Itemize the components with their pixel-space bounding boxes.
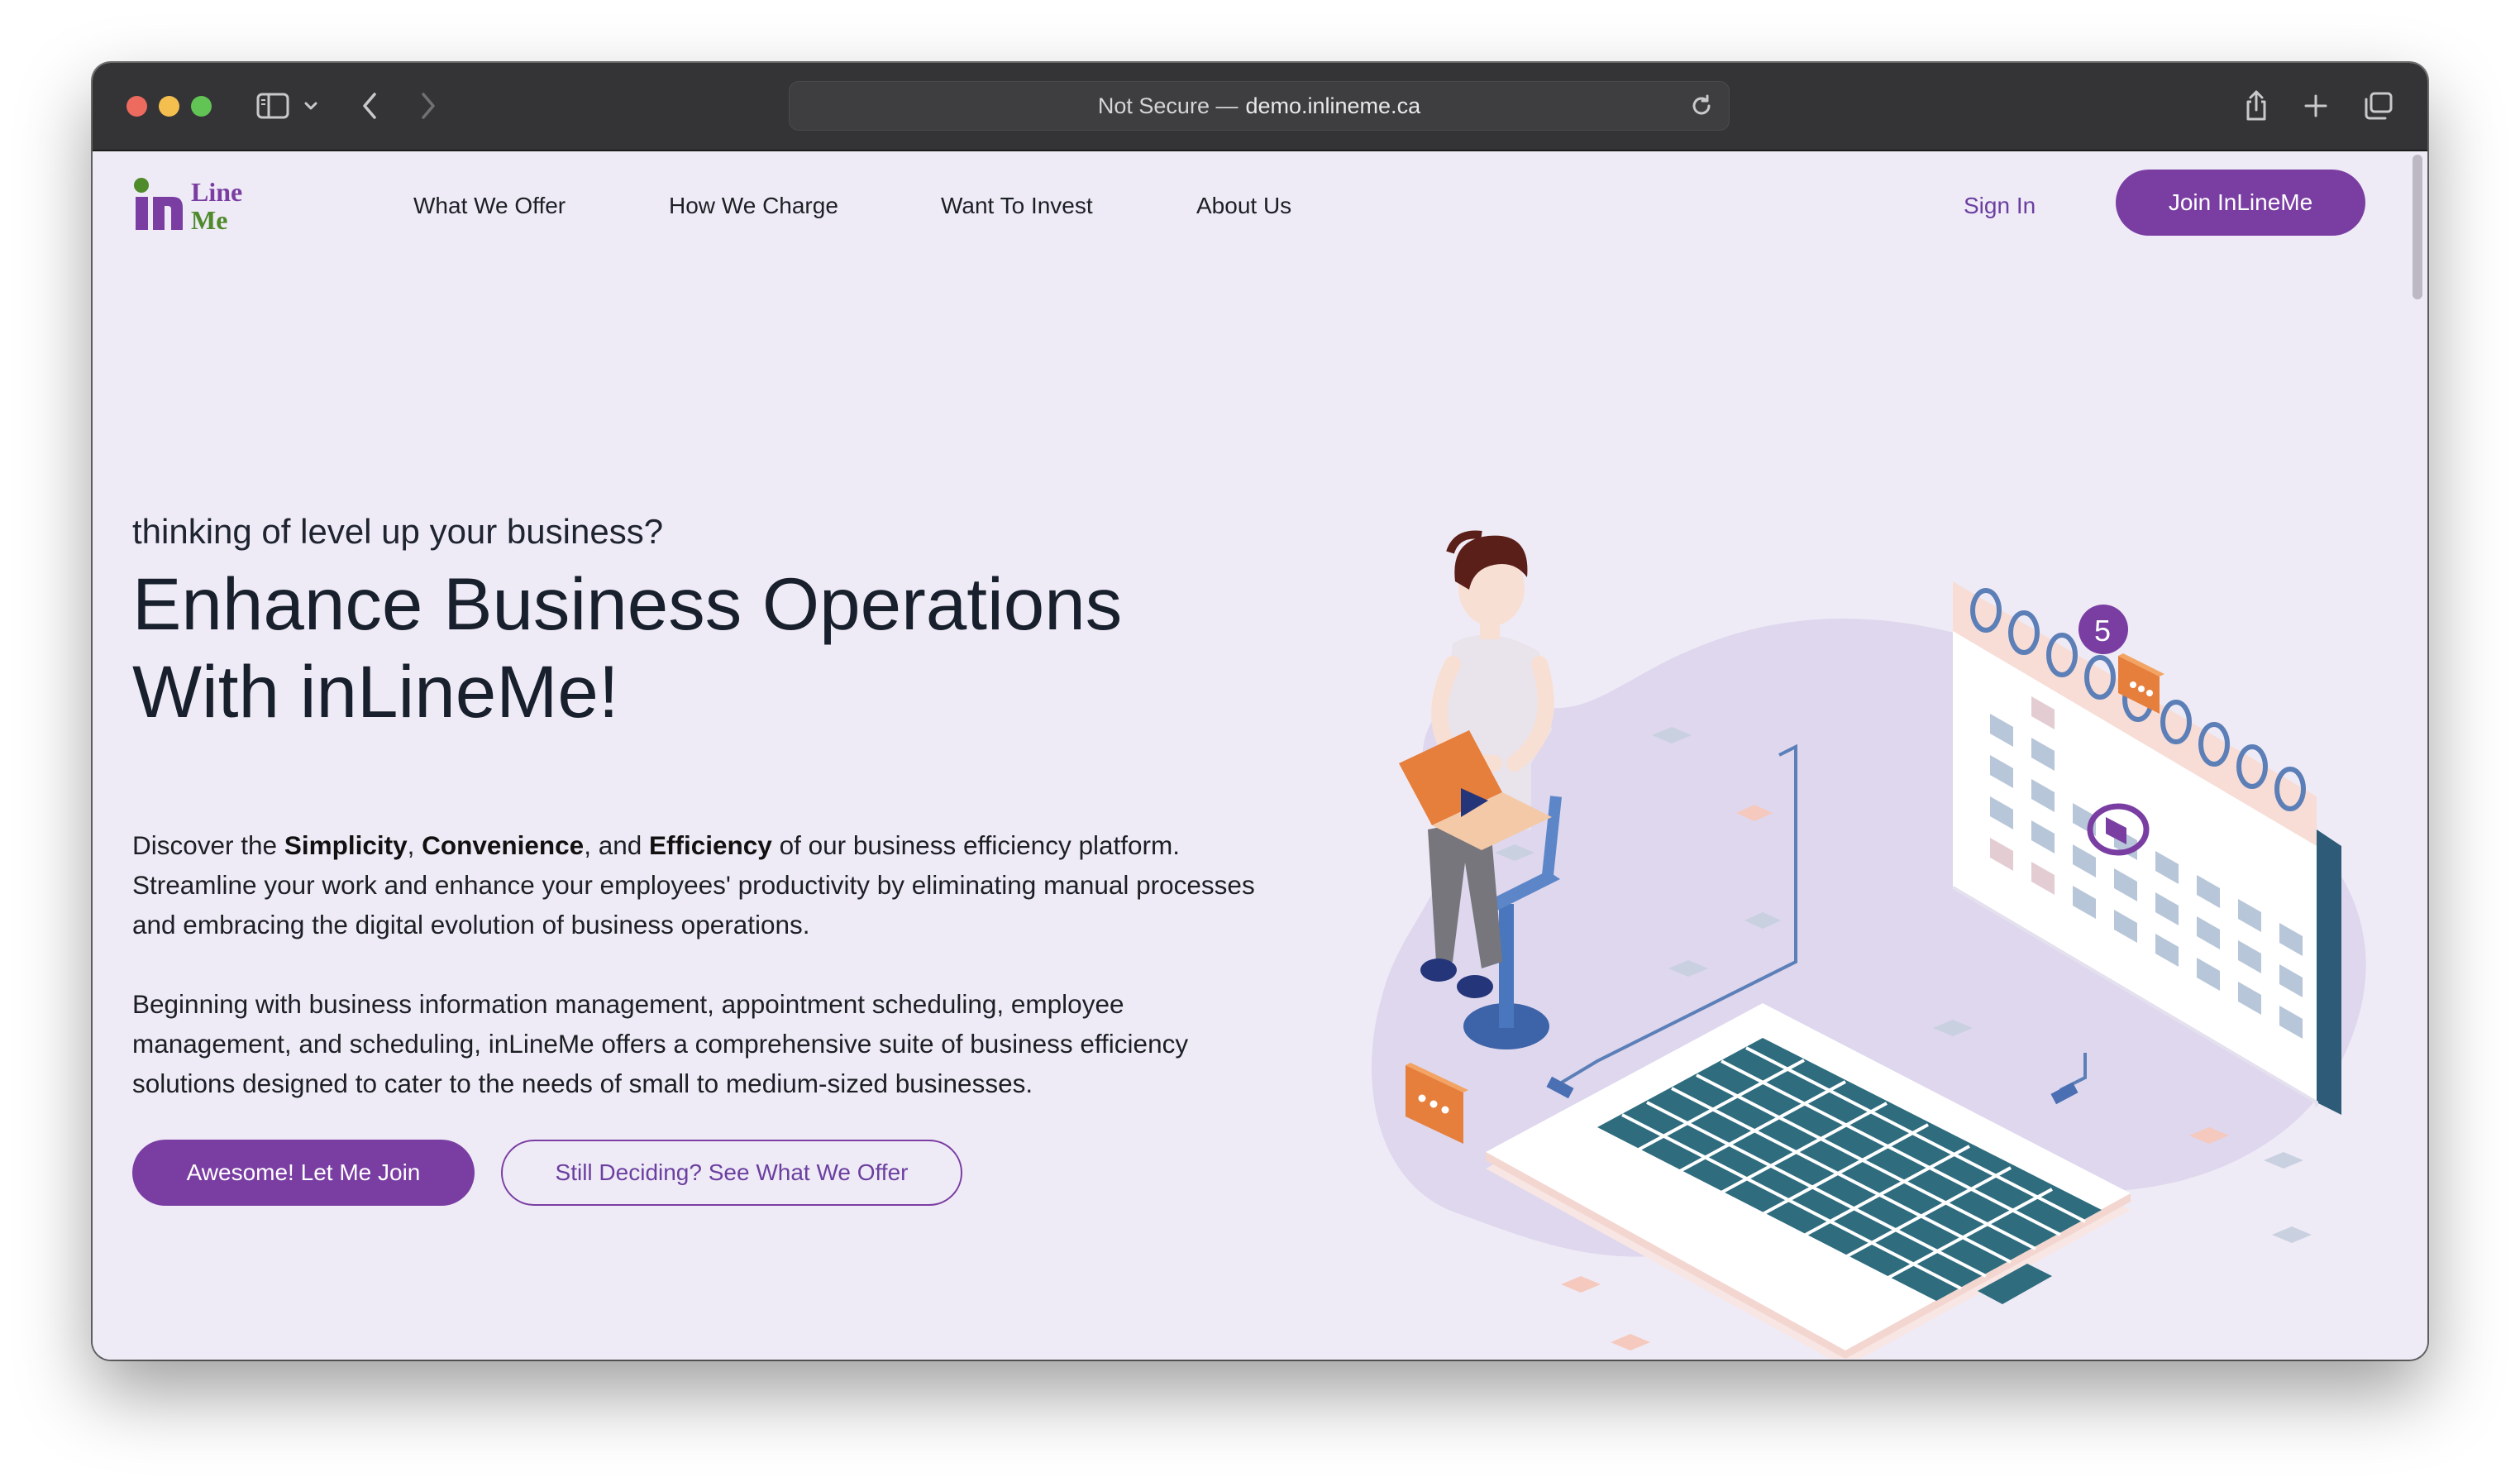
p1-separator: , [407, 830, 422, 860]
reload-icon[interactable] [1689, 93, 1714, 124]
hero-headline: Enhance Business Operations With inLineM… [132, 560, 1290, 735]
hero-illustration: 5 [1371, 530, 2366, 1359]
keyword-convenience: Convenience [422, 830, 585, 860]
url-domain: demo.inlineme.ca [1245, 93, 1421, 118]
nav-want-to-invest[interactable]: Want To Invest [941, 193, 1093, 219]
forward-arrow-icon[interactable] [418, 84, 439, 127]
join-inlineme-button[interactable]: Join InLineMe [2116, 170, 2365, 236]
keyword-efficiency: Efficiency [649, 830, 772, 860]
hero-paragraph-2: Beginning with business information mana… [132, 989, 1189, 1098]
p1-separator: , and [584, 830, 650, 860]
logo-word-me: Me [191, 205, 227, 234]
nav-about-us[interactable]: About Us [1196, 193, 1291, 219]
sidebar-toggle-icon[interactable] [255, 84, 291, 127]
share-icon[interactable] [2242, 84, 2270, 127]
browser-toolbar: Not Secure — demo.inlineme.ca [93, 63, 2427, 151]
hero-tagline: thinking of level up your business? [132, 512, 664, 551]
web-page: Line Me What We Offer How We Charge Want… [93, 151, 2427, 1360]
sign-in-link[interactable]: Sign In [1964, 193, 2036, 219]
nav-what-we-offer[interactable]: What We Offer [413, 193, 566, 219]
headline-line-1: Enhance Business Operations [132, 562, 1123, 645]
scrollbar-thumb[interactable] [2413, 155, 2422, 299]
headline-line-2: With inLineMe! [132, 650, 619, 733]
close-window-button[interactable] [126, 96, 147, 117]
security-status: Not Secure — [1097, 93, 1239, 118]
let-me-join-button[interactable]: Awesome! Let Me Join [132, 1140, 475, 1206]
notification-count: 5 [2094, 614, 2111, 648]
new-tab-icon[interactable] [2302, 84, 2330, 127]
logo-word-line: Line [191, 177, 242, 207]
tab-overview-icon[interactable] [2361, 84, 2394, 127]
minimize-window-button[interactable] [159, 96, 179, 117]
maximize-window-button[interactable] [191, 96, 212, 117]
inlineme-logo[interactable]: Line Me [132, 174, 265, 234]
hero-paragraph-1: Discover the Simplicity, Convenience, an… [132, 825, 1290, 944]
chevron-down-icon[interactable] [302, 84, 320, 127]
p1-text-start: Discover the [132, 830, 284, 860]
nav-how-we-charge[interactable]: How We Charge [669, 193, 838, 219]
see-what-we-offer-button[interactable]: Still Deciding? See What We Offer [501, 1140, 962, 1206]
keyword-simplicity: Simplicity [284, 830, 408, 860]
back-arrow-icon[interactable] [359, 84, 380, 127]
browser-window: Not Secure — demo.inlineme.ca Line Me Wh [93, 63, 2427, 1360]
address-bar[interactable]: Not Secure — demo.inlineme.ca [789, 81, 1730, 131]
